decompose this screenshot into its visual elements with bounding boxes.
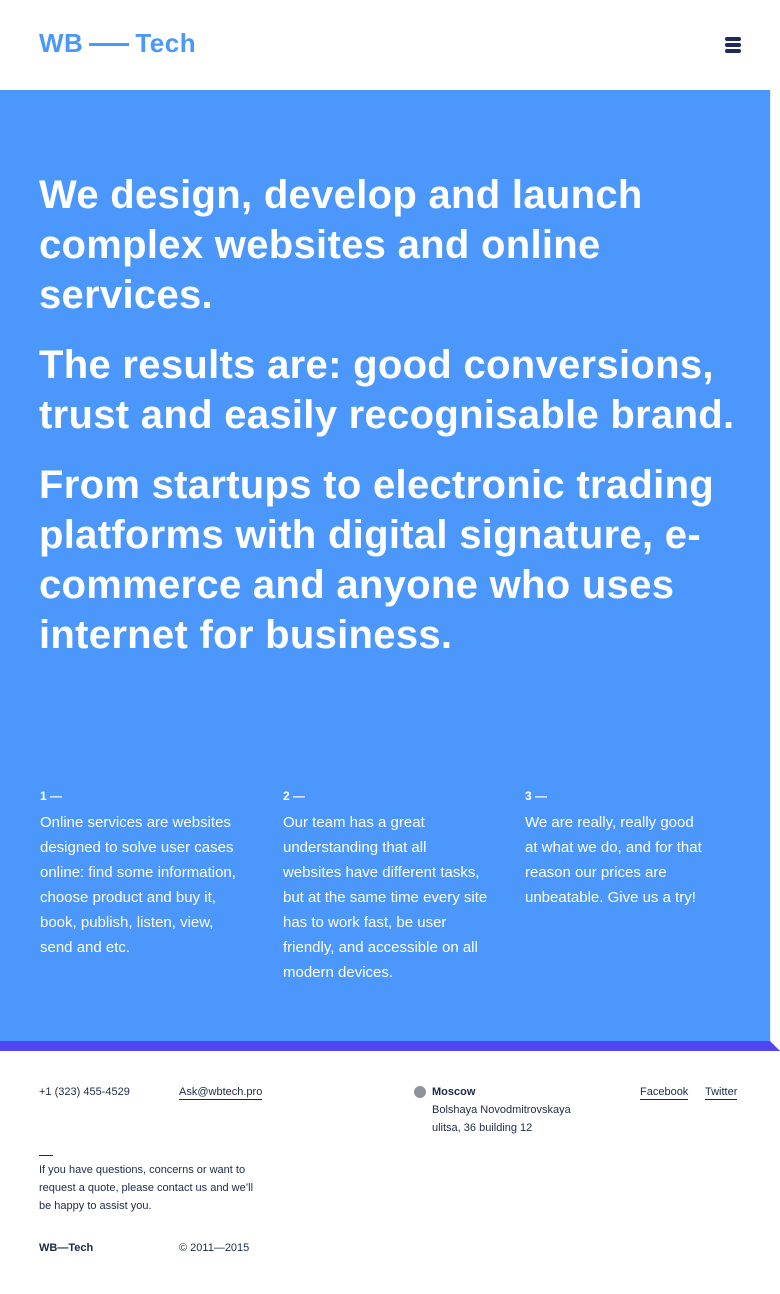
hero-statements: We design, develop and launch complex we… — [39, 170, 739, 680]
divider-stripe-shape — [0, 1041, 780, 1051]
footer-rule — [39, 1155, 53, 1156]
feature-column-3: 3 — We are really, really good at what w… — [525, 788, 710, 910]
feature-number: 3 — — [525, 789, 548, 803]
feature-text: Our team has a great understanding that … — [283, 814, 488, 981]
footer-location-address: Bolshaya Novodmitrovskaya ulitsa, 36 bui… — [432, 1104, 571, 1134]
feature-number: 2 — — [283, 789, 306, 803]
hamburger-menu-icon[interactable] — [725, 37, 741, 53]
hero-section: We design, develop and launch complex we… — [0, 90, 770, 1041]
feature-text: We are really, really good at what we do… — [525, 814, 702, 906]
feature-column-2: 2 — Our team has a great understanding t… — [283, 788, 488, 985]
hero-statement-1: We design, develop and launch complex we… — [39, 173, 643, 317]
menu-bar — [725, 43, 741, 47]
feature-column-1: 1 — Online services are websites designe… — [40, 788, 245, 960]
footer-contact-note: If you have questions, concerns or want … — [39, 1164, 254, 1212]
logo-text-right: Tech — [135, 28, 197, 58]
twitter-link[interactable]: Twitter — [705, 1086, 738, 1100]
section-divider-stripe — [0, 1041, 780, 1051]
hero-edge — [770, 90, 780, 1051]
site-header: WB Tech — [0, 0, 780, 90]
footer-email-link[interactable]: Ask@wbtech.pro — [179, 1086, 263, 1100]
hero-statement-3: From startups to electronic trading plat… — [39, 463, 715, 657]
logo-link[interactable]: WB Tech — [39, 28, 196, 59]
footer-location-city: Moscow — [432, 1086, 476, 1098]
page: WB Tech We design, develop and launch co… — [0, 0, 780, 1294]
feature-number: 1 — — [40, 789, 63, 803]
feature-text: Online services are websites designed to… — [40, 814, 236, 956]
site-footer: +1 (323) 455-4529 Ask@wbtech.pro Moscow … — [0, 1051, 780, 1294]
footer-copyright: © 2011—2015 — [179, 1242, 250, 1254]
logo-dash — [89, 43, 130, 46]
facebook-link[interactable]: Facebook — [640, 1086, 689, 1100]
location-pin-icon — [414, 1086, 426, 1098]
hero-statement-2: The results are: good conversions, trust… — [39, 343, 735, 437]
logo-text-left: WB — [39, 28, 84, 58]
footer-phone[interactable]: +1 (323) 455-4529 — [39, 1083, 130, 1101]
menu-bar — [725, 37, 741, 41]
footer-brand: WB—Tech — [39, 1242, 94, 1254]
menu-bar — [725, 49, 741, 53]
